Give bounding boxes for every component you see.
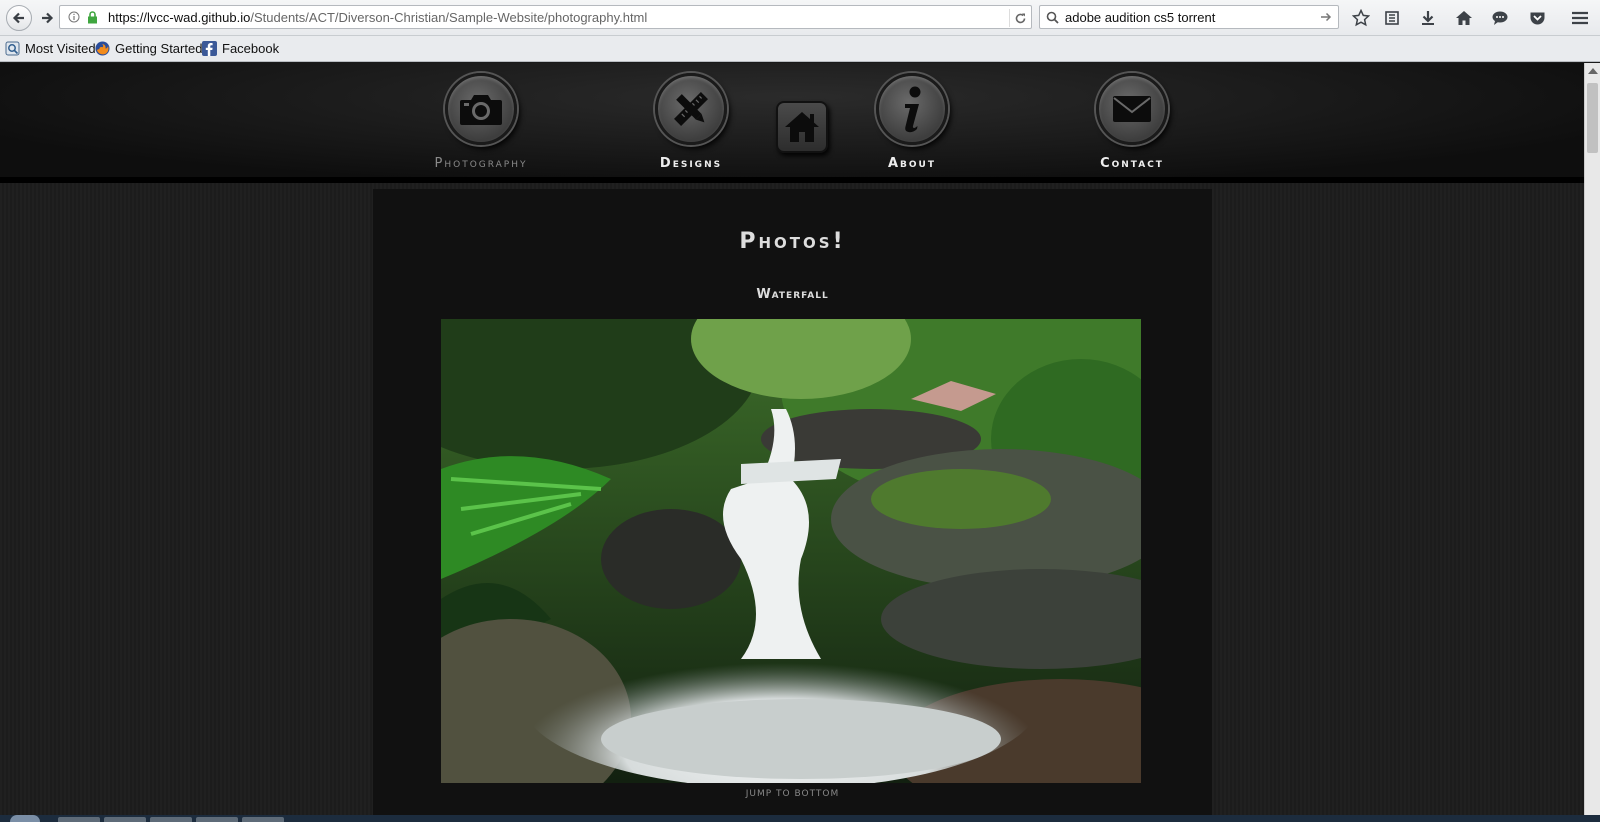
search-input[interactable] (1065, 9, 1305, 25)
camera-icon (460, 95, 502, 125)
nav-photography[interactable]: Photography (416, 73, 546, 171)
photo-caption: Waterfall (756, 287, 829, 302)
download-icon[interactable] (1418, 8, 1438, 28)
nav-photography-circle[interactable] (445, 73, 517, 145)
reload-icon (1015, 13, 1026, 23)
content-panel: Photos! Waterfall JUMP TO BOTTOM (373, 189, 1212, 822)
taskbar-button[interactable] (104, 817, 146, 822)
pocket-icon[interactable] (1527, 8, 1547, 28)
pencil-ruler-icon (674, 92, 708, 126)
start-button[interactable] (10, 815, 40, 822)
taskbar-button[interactable] (150, 817, 192, 822)
home-icon (785, 112, 819, 142)
nav-label-about[interactable]: About (888, 156, 936, 171)
bookmarks-menu-icon[interactable] (1382, 8, 1402, 28)
info-icon[interactable] (66, 9, 82, 25)
jump-to-bottom-link[interactable]: jump to bottom (373, 789, 1212, 799)
taskbar-button[interactable] (242, 817, 284, 822)
url-path: /Students/ACT/Diverson-Christian/Sample-… (250, 9, 648, 25)
info-icon (905, 86, 921, 133)
page-scrollbar[interactable] (1584, 63, 1600, 822)
web-page: Photography Designs About Contact Photos… (0, 63, 1584, 822)
scroll-up-arrow[interactable] (1588, 68, 1598, 74)
url-host: https://lvcc-wad.github.io (108, 9, 251, 25)
arrow-right-icon (42, 12, 54, 24)
lock-icon (84, 9, 100, 25)
chat-icon[interactable] (1490, 8, 1510, 28)
bookmark-label: Getting Started (115, 41, 203, 56)
facebook-icon (202, 41, 217, 56)
url-bar[interactable]: https://lvcc-wad.github.io/Students/ACT/… (59, 5, 1032, 29)
nav-label-contact[interactable]: Contact (1100, 156, 1164, 171)
os-taskbar (0, 815, 1600, 822)
arrow-left-icon (12, 12, 24, 24)
page-title: Photos! (739, 229, 846, 254)
nav-label-photography[interactable]: Photography (435, 156, 528, 171)
back-button[interactable] (6, 5, 32, 31)
reload-button[interactable] (1009, 9, 1027, 27)
bookmark-label: Most Visited (25, 41, 96, 56)
taskbar-button[interactable] (196, 817, 238, 822)
menu-icon[interactable] (1570, 8, 1590, 28)
firefox-icon (95, 41, 110, 56)
search-bar[interactable] (1039, 5, 1339, 29)
bookmark-most-visited[interactable]: Most Visited (5, 41, 96, 56)
browser-toolbar: https://lvcc-wad.github.io/Students/ACT/… (0, 0, 1600, 36)
home-button[interactable] (776, 101, 828, 153)
bookmark-facebook[interactable]: Facebook (202, 41, 279, 56)
nav-label-designs[interactable]: Designs (660, 156, 722, 171)
forward-button[interactable] (34, 5, 60, 31)
nav-designs-circle[interactable] (655, 73, 727, 145)
bookmarks-toolbar: Most Visited Getting Started Facebook (0, 36, 1600, 62)
scroll-thumb[interactable] (1587, 83, 1598, 153)
nav-contact-circle[interactable] (1096, 73, 1168, 145)
waterfall-photo (441, 319, 1141, 783)
bookmark-getting-started[interactable]: Getting Started (95, 41, 202, 56)
envelope-icon (1113, 96, 1151, 122)
site-header: Photography Designs About Contact (0, 63, 1584, 183)
nav-about[interactable]: About (847, 73, 977, 171)
nav-about-circle[interactable] (876, 73, 948, 145)
home-icon[interactable] (1454, 8, 1474, 28)
nav-designs[interactable]: Designs (626, 73, 756, 171)
search-icon (1046, 11, 1059, 24)
nav-contact[interactable]: Contact (1067, 73, 1197, 171)
most-visited-icon (5, 41, 20, 56)
taskbar-button[interactable] (58, 817, 100, 822)
bookmark-star-icon[interactable] (1351, 8, 1371, 28)
search-go-icon[interactable] (1320, 11, 1332, 23)
url-text[interactable]: https://lvcc-wad.github.io/Students/ACT/… (108, 10, 647, 25)
bookmark-label: Facebook (222, 41, 280, 56)
